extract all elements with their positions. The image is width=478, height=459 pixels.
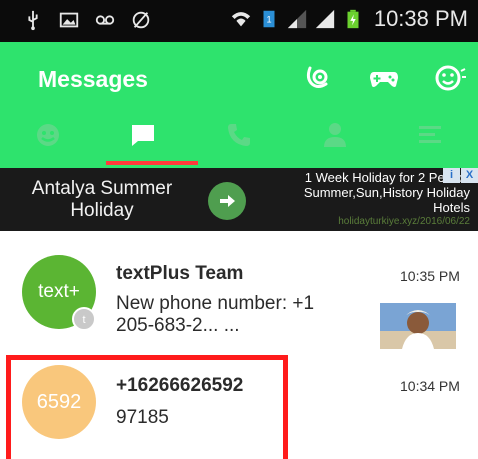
app-bar-actions	[302, 62, 466, 94]
app-title: Messages	[38, 66, 148, 92]
gamepad-icon[interactable]	[368, 62, 400, 94]
svg-text:t: t	[82, 314, 85, 326]
sim-icon: 1	[263, 10, 275, 28]
message-preview: New phone number: +1 205-683-2... ...	[116, 293, 314, 337]
voicemail-icon	[95, 15, 115, 25]
tab-emoji[interactable]	[0, 116, 96, 168]
ad-arrow-button[interactable]	[208, 182, 246, 220]
signal-icon	[315, 9, 334, 29]
signal-icon	[287, 9, 306, 29]
person-icon	[323, 123, 346, 147]
photo-thumbnail[interactable]	[380, 303, 456, 349]
tab-contacts[interactable]	[287, 116, 383, 168]
app-bar: Messages	[0, 42, 478, 168]
ad-line-1: 1 Week Holiday for 2 Person	[304, 170, 470, 185]
tab-bar	[0, 116, 478, 168]
ad-close-icon[interactable]: X	[461, 168, 478, 183]
usb-icon	[28, 10, 38, 31]
ad-url: holidayturkiye.xyz/2016/06/22	[338, 216, 470, 227]
ad-description: 1 Week Holiday for 2 Person Summer,Sun,H…	[260, 170, 470, 228]
battery-charging-icon	[347, 9, 359, 29]
svg-text:1: 1	[266, 15, 271, 25]
avatar: text+ t	[22, 255, 96, 331]
contact-name: textPlus Team	[116, 263, 244, 284]
tab-calls[interactable]	[191, 116, 287, 168]
message-time: 10:34 PM	[400, 378, 460, 394]
conversation-list: text+ t textPlus Team New phone number: …	[0, 231, 478, 459]
ad-line-3: Hotels	[433, 200, 470, 215]
preview-line-1: New phone number: +1	[116, 293, 315, 314]
ad-banner[interactable]: Antalya Summer Holiday 1 Week Holiday fo…	[0, 168, 478, 231]
selection-highlight	[6, 355, 288, 459]
menu-icon	[419, 126, 442, 143]
wifi-icon	[231, 12, 250, 27]
ad-headline: Antalya Summer Holiday	[31, 178, 173, 221]
message-time: 10:35 PM	[400, 268, 460, 284]
conversation-row[interactable]: text+ t textPlus Team New phone number: …	[0, 231, 478, 351]
status-left-icons	[22, 9, 152, 31]
avatar-text: text+	[38, 281, 80, 302]
tab-indicator	[106, 161, 198, 165]
status-right-icons: 1 10:38 PM	[230, 6, 468, 32]
sticker-icon[interactable]	[302, 62, 334, 94]
ad-corner-controls: i X	[443, 168, 478, 183]
smiley-icon	[36, 124, 59, 146]
status-time: 10:38 PM	[373, 6, 468, 31]
emoji-icon[interactable]	[434, 62, 466, 94]
image-icon	[59, 12, 79, 28]
preview-line-2: 205-683-2... ...	[116, 315, 240, 336]
no-sync-icon	[132, 11, 150, 29]
chat-bubble-icon	[132, 125, 155, 146]
tab-more[interactable]	[382, 116, 478, 168]
status-bar: 1 10:38 PM	[0, 0, 478, 42]
arrow-right-icon	[220, 195, 235, 207]
ad-info-icon[interactable]: i	[443, 168, 460, 183]
textplus-badge-icon: t	[72, 307, 96, 331]
ad-line-2: Summer,Sun,History Holiday	[303, 185, 470, 200]
phone-icon	[227, 124, 250, 146]
